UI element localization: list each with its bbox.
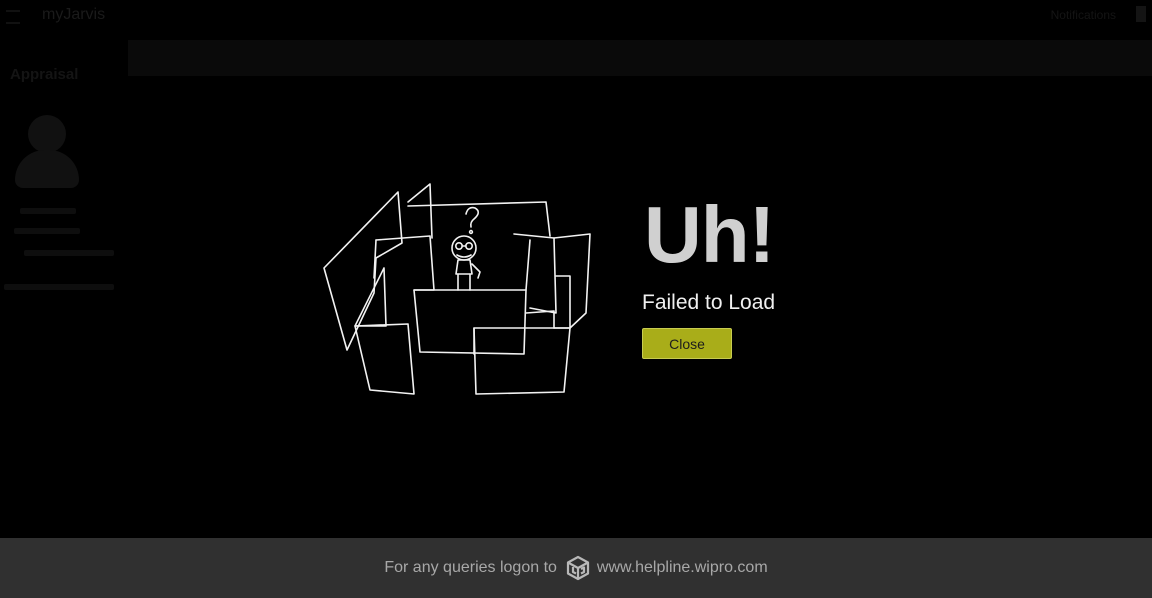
- app-logo: myJarvis: [42, 6, 106, 23]
- page-root: myJarvis Notifications Appraisal Uh! Fai…: [0, 0, 1152, 598]
- background-tab-bar: [128, 40, 1152, 76]
- sidebar-title: Appraisal: [10, 66, 79, 83]
- menu-icon: [6, 10, 20, 24]
- sidebar-line: [14, 228, 80, 234]
- sidebar-line: [24, 250, 114, 256]
- notifications-link: Notifications: [1050, 8, 1116, 22]
- sidebar-line: [4, 284, 114, 290]
- footer-text: For any queries logon to: [384, 559, 557, 576]
- maze-icon: [323, 183, 591, 395]
- error-message: Failed to Load: [642, 291, 776, 314]
- close-button[interactable]: Close: [642, 328, 732, 359]
- avatar-icon: [28, 115, 66, 153]
- avatar-body: [15, 150, 79, 188]
- wipro-helpline-cube-icon: [565, 555, 591, 581]
- error-title: Uh!: [644, 190, 775, 279]
- footer: For any queries logon to www.helpline.wi…: [0, 538, 1152, 598]
- user-menu-icon: [1136, 6, 1146, 22]
- sidebar-line: [20, 208, 76, 214]
- maze-illustration: [318, 178, 598, 400]
- helpline-link[interactable]: www.helpline.wipro.com: [597, 559, 768, 577]
